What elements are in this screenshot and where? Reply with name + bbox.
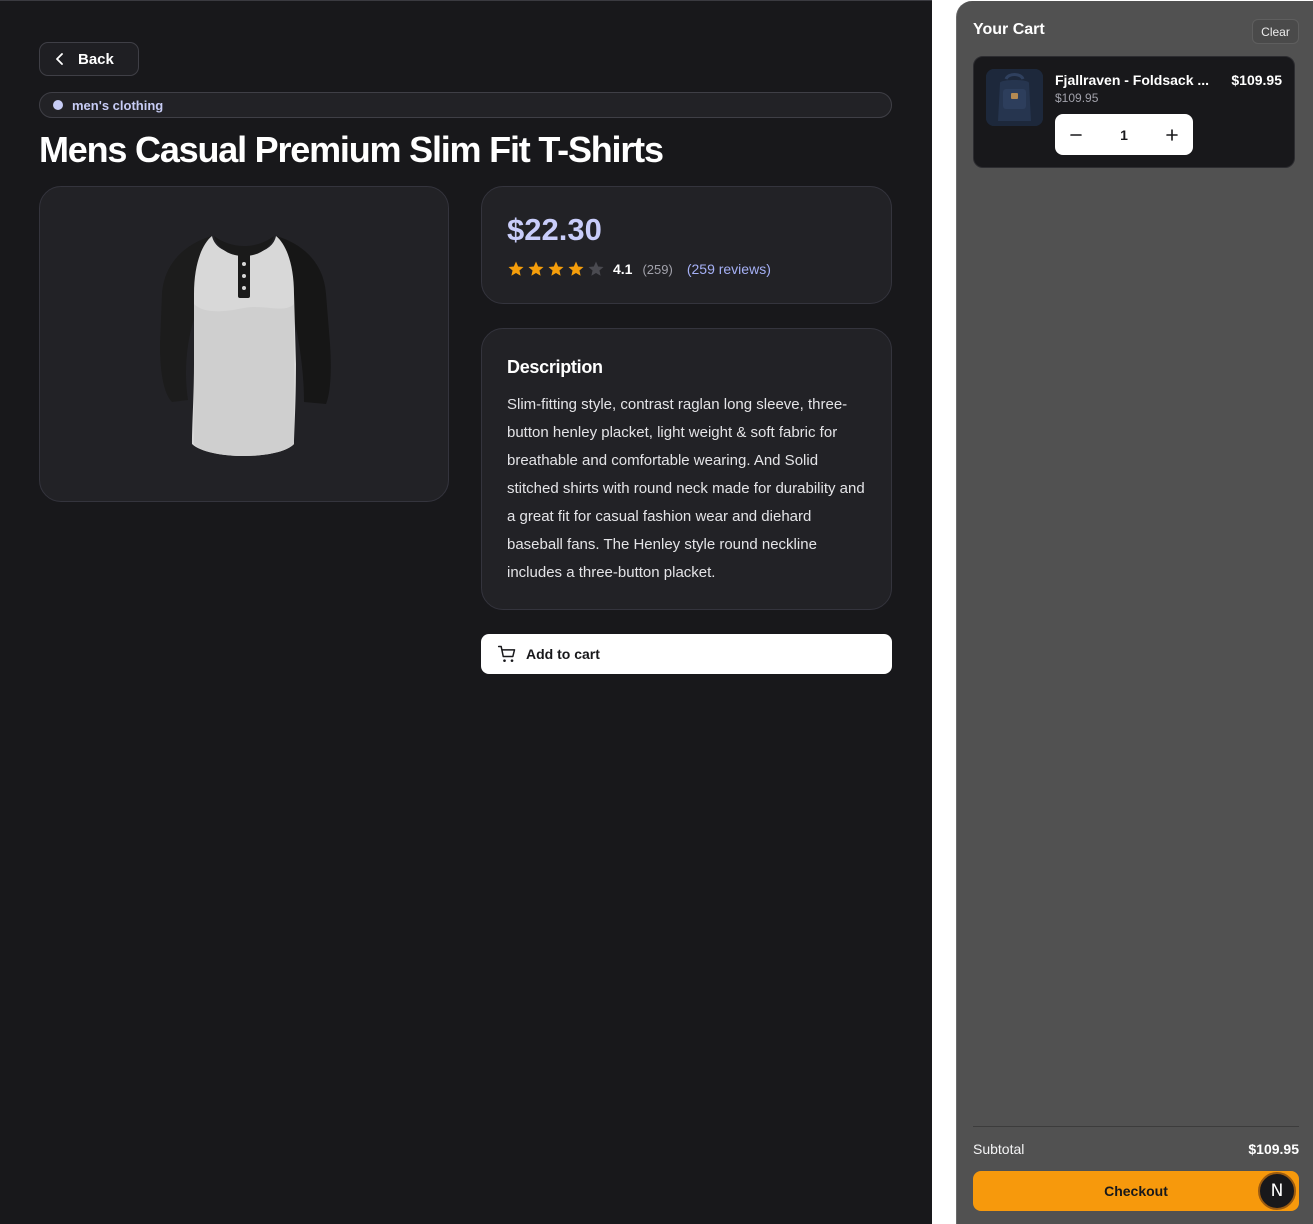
star-filled-icon [528,261,544,276]
quantity-stepper: 1 [1055,114,1193,155]
back-button[interactable]: Back [39,42,139,76]
subtotal-value: $109.95 [1248,1141,1299,1157]
cart-item: Fjallraven - Foldsack ... $109.95 $109.9… [973,56,1295,168]
minus-icon [1070,133,1082,136]
description-text: Slim-fitting style, contrast raglan long… [507,396,865,581]
rating-count: (259) [642,261,673,277]
category-label: men's clothing [72,97,164,113]
star-filled-icon [568,261,584,276]
rating-stars [507,260,605,278]
divider [973,1126,1299,1127]
backpack-icon [986,69,1043,126]
category-badge: men's clothing [39,92,892,118]
quantity-value: 1 [1120,126,1128,143]
cart-item-unit-price: $109.95 [1055,91,1099,105]
rating-value: 4.1 [613,261,633,277]
subtotal-label: Subtotal [973,1141,1025,1157]
cart-title: Your Cart [973,21,1045,38]
cart-item-total: $109.95 [1231,72,1282,88]
product-image-card [39,186,449,502]
avatar[interactable]: N [1258,1172,1296,1210]
checkout-button[interactable]: Checkout [973,1171,1299,1211]
add-to-cart-button[interactable]: Add to cart [481,634,892,674]
back-label: Back [78,50,114,68]
product-price: $22.30 [507,212,602,247]
description-card: Description Slim-fitting style, contrast… [481,328,892,610]
backpack-image [986,69,1043,126]
price-card: $22.30 4.1 (259) (259 reviews) [481,186,892,304]
description-heading: Description [507,357,603,377]
product-page: Back men's clothing Mens Casual Premium … [0,0,932,1224]
reviews-link[interactable]: (259 reviews) [687,261,771,277]
chevron-left-icon [56,53,63,65]
tshirt-image [160,236,331,456]
rating-row: 4.1 (259) (259 reviews) [507,260,771,278]
cart-item-name: Fjallraven - Foldsack ... [1055,72,1210,88]
cart-icon [497,645,516,662]
plus-icon [1166,128,1178,141]
clear-cart-button[interactable]: Clear [1252,19,1299,44]
decrease-quantity-button[interactable] [1055,114,1097,155]
cart-panel: Your Cart Clear Fjallraven - Foldsack ..… [956,1,1313,1224]
star-empty-icon [588,261,604,276]
page-title: Mens Casual Premium Slim Fit T-Shirts [39,129,664,170]
star-filled-icon [548,261,564,276]
increase-quantity-button[interactable] [1151,114,1193,155]
category-dot-icon [53,100,63,110]
star-filled-icon [508,261,524,276]
add-to-cart-label: Add to cart [526,646,600,662]
